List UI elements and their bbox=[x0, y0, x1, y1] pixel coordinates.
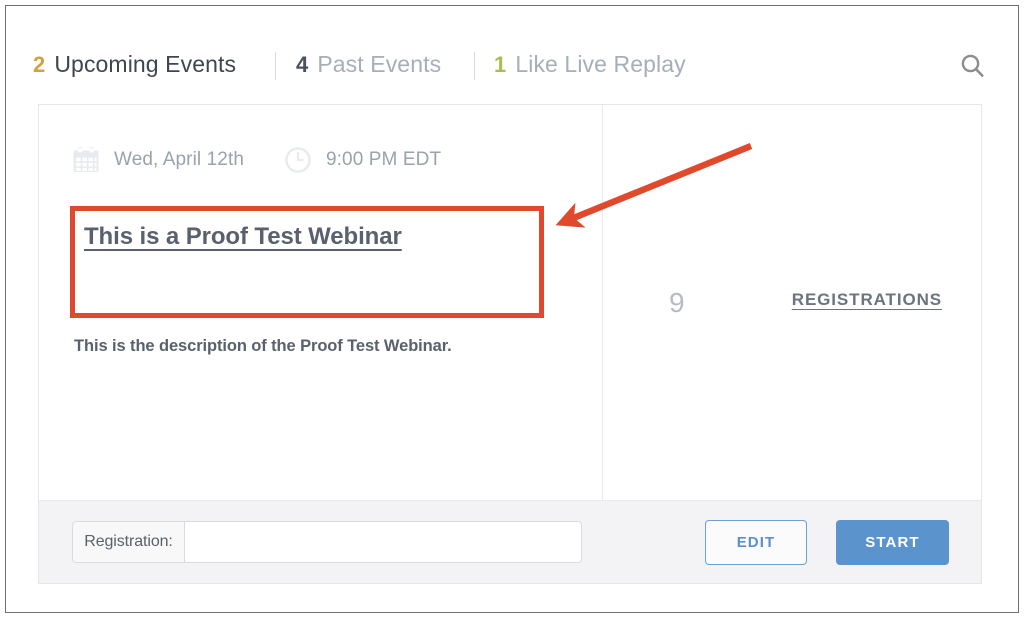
search-button[interactable] bbox=[954, 50, 990, 82]
tab-past-events[interactable]: 4 Past Events bbox=[296, 50, 441, 79]
tab-like-live-replay-label: Like Live Replay bbox=[515, 51, 686, 77]
clock-icon bbox=[285, 147, 311, 173]
registrations-row: 9 REGISTRATIONS bbox=[604, 285, 981, 325]
tab-past-events-count: 4 bbox=[296, 52, 309, 77]
registration-input-group: Registration: bbox=[72, 521, 582, 563]
tab-upcoming-events-count: 2 bbox=[33, 52, 46, 77]
window-frame: 2 Upcoming Events 4 Past Events 1 Like Live… bbox=[5, 5, 1019, 613]
start-button[interactable]: START bbox=[836, 520, 949, 565]
event-time: 9:00 PM EDT bbox=[326, 149, 442, 170]
event-meta-row: Wed, April 12th 9:00 PM EDT bbox=[72, 143, 441, 177]
tab-upcoming-events[interactable]: 2 Upcoming Events bbox=[33, 50, 236, 79]
event-time-group: 9:00 PM EDT bbox=[284, 146, 441, 174]
tab-past-events-label: Past Events bbox=[317, 51, 442, 77]
tab-divider-1 bbox=[275, 52, 276, 80]
event-date: Wed, April 12th bbox=[114, 149, 245, 170]
event-card-side-column: 9 REGISTRATIONS bbox=[604, 105, 981, 500]
event-card-main-column: Wed, April 12th 9:00 PM EDT This is a Pr… bbox=[39, 105, 603, 500]
registrations-count: 9 bbox=[669, 287, 685, 318]
registrations-link[interactable]: REGISTRATIONS bbox=[792, 290, 942, 310]
event-card-footer: Registration: EDIT START bbox=[39, 500, 981, 583]
registration-input[interactable] bbox=[184, 521, 582, 563]
event-card: Wed, April 12th 9:00 PM EDT This is a Pr… bbox=[38, 104, 982, 584]
edit-button[interactable]: EDIT bbox=[705, 520, 807, 565]
footer-action-buttons: EDIT START bbox=[705, 520, 949, 565]
event-title-link[interactable]: This is a Proof Test Webinar bbox=[84, 223, 402, 251]
tab-divider-2 bbox=[474, 52, 475, 80]
screenshot-root: 2 Upcoming Events 4 Past Events 1 Like Live… bbox=[0, 0, 1024, 618]
tab-upcoming-events-label: Upcoming Events bbox=[54, 51, 237, 77]
event-description: This is the description of the Proof Tes… bbox=[74, 337, 452, 355]
registration-input-label: Registration: bbox=[72, 521, 184, 563]
search-icon bbox=[961, 54, 984, 77]
event-date-group: Wed, April 12th bbox=[72, 146, 244, 174]
tab-like-live-replay[interactable]: 1 Like Live Replay bbox=[494, 50, 686, 79]
events-tab-bar: 2 Upcoming Events 4 Past Events 1 Like Live… bbox=[6, 6, 1020, 98]
event-card-body: Wed, April 12th 9:00 PM EDT This is a Pr… bbox=[39, 105, 981, 500]
tab-like-live-replay-count: 1 bbox=[494, 52, 507, 77]
calendar-icon bbox=[73, 147, 99, 172]
